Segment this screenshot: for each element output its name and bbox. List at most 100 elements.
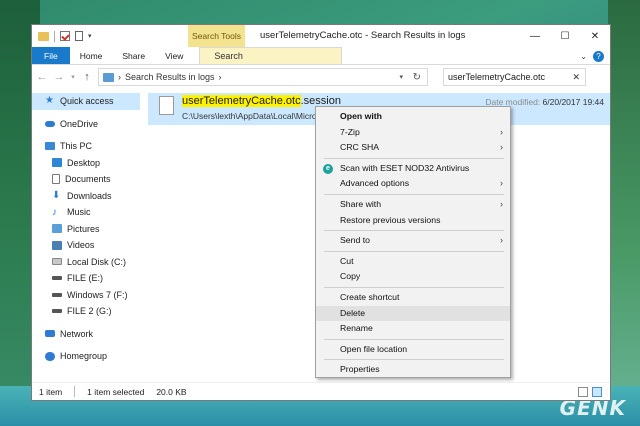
address-dropdown-icon[interactable]: ▾ bbox=[399, 73, 403, 81]
monitor-icon bbox=[45, 142, 55, 151]
menu-label: Cut bbox=[340, 255, 354, 266]
clear-search-icon[interactable]: ✕ bbox=[572, 72, 580, 83]
submenu-arrow-icon: › bbox=[500, 178, 503, 189]
menu-label: Create shortcut bbox=[340, 291, 400, 302]
quick-access-toolbar: ▾ bbox=[32, 30, 92, 42]
nav-item-local-disk-c[interactable]: Local Disk (C:) bbox=[32, 254, 140, 271]
properties-check-icon[interactable] bbox=[60, 31, 70, 41]
menu-label: Send to bbox=[340, 235, 370, 246]
nav-item-file-e[interactable]: FILE (E:) bbox=[32, 270, 140, 287]
breadcrumb[interactable]: Search Results in logs bbox=[125, 72, 215, 82]
large-icons-view-icon[interactable] bbox=[592, 386, 602, 397]
network-icon bbox=[45, 330, 55, 338]
nav-item-onedrive[interactable]: OneDrive bbox=[32, 116, 140, 133]
videos-icon bbox=[52, 240, 62, 250]
nav-label: FILE (E:) bbox=[67, 273, 104, 284]
close-button[interactable]: ✕ bbox=[580, 25, 610, 47]
details-view-icon[interactable] bbox=[578, 386, 588, 397]
menu-item-share-with[interactable]: Share with › bbox=[316, 197, 510, 213]
menu-item-eset-scan[interactable]: e Scan with ESET NOD32 Antivirus bbox=[316, 161, 510, 177]
menu-item-restore-versions[interactable]: Restore previous versions bbox=[316, 213, 510, 229]
nav-label: Windows 7 (F:) bbox=[67, 289, 128, 300]
maximize-button[interactable]: ☐ bbox=[550, 25, 580, 47]
music-icon: ♪ bbox=[52, 206, 57, 218]
nav-label: OneDrive bbox=[60, 118, 99, 129]
minimize-button[interactable]: — bbox=[520, 25, 550, 47]
recent-locations-chevron-icon[interactable]: ▾ bbox=[70, 73, 76, 81]
nav-item-downloads[interactable]: ⬇ Downloads bbox=[32, 188, 140, 205]
menu-item-send-to[interactable]: Send to › bbox=[316, 233, 510, 249]
menu-item-cut[interactable]: Cut bbox=[316, 254, 510, 270]
drive-icon bbox=[52, 309, 62, 314]
menu-item-advanced-options[interactable]: Advanced options › bbox=[316, 176, 510, 192]
menu-item-open-with[interactable]: Open with bbox=[316, 109, 510, 125]
tab-share[interactable]: Share bbox=[112, 47, 155, 64]
menu-label: 7-Zip bbox=[340, 126, 360, 137]
nav-item-network[interactable]: Network bbox=[32, 326, 140, 343]
context-menu: Open with 7-Zip › CRC SHA › e Scan with ESE… bbox=[315, 106, 511, 378]
address-bar-row: ← → ▾ ↑ › Search Results in logs › ▾ ↻ u… bbox=[32, 65, 610, 89]
nav-item-homegroup[interactable]: Homegroup bbox=[32, 348, 140, 365]
menu-separator bbox=[324, 193, 504, 195]
menu-item-properties[interactable]: Properties bbox=[316, 362, 510, 378]
selection-size: 20.0 KB bbox=[156, 386, 187, 397]
menu-item-delete[interactable]: Delete bbox=[316, 305, 510, 322]
status-divider bbox=[74, 386, 76, 397]
customize-toolbar-chevron-icon[interactable]: ▾ bbox=[88, 32, 92, 40]
nav-label: Network bbox=[60, 328, 94, 339]
back-arrow-icon[interactable]: ← bbox=[36, 71, 48, 83]
nav-item-desktop[interactable]: Desktop bbox=[32, 155, 140, 172]
new-folder-icon[interactable] bbox=[75, 31, 83, 41]
tab-file[interactable]: File bbox=[32, 47, 70, 64]
nav-item-quick-access[interactable]: ★ Quick access bbox=[32, 93, 140, 110]
tab-search[interactable]: Search bbox=[199, 47, 343, 65]
menu-label: Scan with ESET NOD32 Antivirus bbox=[340, 162, 470, 173]
menu-label: Share with bbox=[340, 198, 382, 209]
menu-label: Properties bbox=[340, 364, 380, 375]
tab-view[interactable]: View bbox=[155, 47, 193, 64]
nav-item-this-pc[interactable]: This PC bbox=[32, 138, 140, 155]
nav-item-windows7-f[interactable]: Windows 7 (F:) bbox=[32, 287, 140, 304]
forward-arrow-icon[interactable]: → bbox=[53, 71, 65, 83]
breadcrumb-separator-icon[interactable]: › bbox=[118, 72, 121, 82]
star-icon: ★ bbox=[45, 95, 54, 107]
submenu-arrow-icon: › bbox=[500, 198, 503, 209]
nav-item-file2-g[interactable]: FILE 2 (G:) bbox=[32, 303, 140, 320]
nav-label: Local Disk (C:) bbox=[67, 256, 127, 267]
menu-item-7zip[interactable]: 7-Zip › bbox=[316, 125, 510, 141]
tab-home[interactable]: Home bbox=[70, 47, 113, 64]
submenu-arrow-icon: › bbox=[500, 142, 503, 153]
cloud-icon bbox=[45, 120, 55, 127]
eset-icon: e bbox=[323, 163, 333, 174]
expand-ribbon-chevron-icon[interactable]: ⌄ bbox=[580, 52, 587, 61]
folder-icon[interactable] bbox=[38, 31, 49, 41]
window-title: userTelemetryCache.otc - Search Results … bbox=[260, 30, 466, 41]
nav-item-documents[interactable]: Documents bbox=[32, 171, 140, 188]
view-switcher bbox=[578, 386, 602, 397]
help-icon[interactable]: ? bbox=[593, 50, 604, 62]
nav-item-videos[interactable]: Videos bbox=[32, 237, 140, 254]
nav-label: Downloads bbox=[67, 190, 112, 201]
nav-label: FILE 2 (G:) bbox=[67, 306, 112, 317]
menu-item-crc-sha[interactable]: CRC SHA › bbox=[316, 140, 510, 156]
address-bar[interactable]: › Search Results in logs › ▾ ↻ bbox=[98, 68, 428, 86]
breadcrumb-chevron-icon[interactable]: › bbox=[219, 72, 222, 82]
menu-item-open-file-location[interactable]: Open file location bbox=[316, 342, 510, 358]
search-input[interactable]: userTelemetryCache.otc ✕ bbox=[443, 68, 586, 86]
menu-item-rename[interactable]: Rename bbox=[316, 321, 510, 337]
menu-separator bbox=[324, 338, 504, 340]
menu-item-copy[interactable]: Copy bbox=[316, 269, 510, 285]
submenu-arrow-icon: › bbox=[500, 126, 503, 137]
menu-label: Advanced options bbox=[340, 178, 410, 189]
menu-item-create-shortcut[interactable]: Create shortcut bbox=[316, 290, 510, 306]
menu-label: CRC SHA bbox=[340, 142, 380, 153]
up-arrow-icon[interactable]: ↑ bbox=[81, 71, 93, 83]
date-value: 6/20/2017 19:44 bbox=[542, 97, 604, 107]
nav-label: Pictures bbox=[67, 223, 100, 234]
status-bar: 1 item 1 item selected 20.0 KB bbox=[32, 382, 610, 400]
search-location-icon bbox=[103, 72, 114, 82]
refresh-icon[interactable]: ↻ bbox=[413, 72, 421, 83]
filename-highlight: userTelemetryCache.otc bbox=[182, 95, 301, 107]
nav-item-pictures[interactable]: Pictures bbox=[32, 221, 140, 238]
nav-item-music[interactable]: ♪ Music bbox=[32, 204, 140, 221]
